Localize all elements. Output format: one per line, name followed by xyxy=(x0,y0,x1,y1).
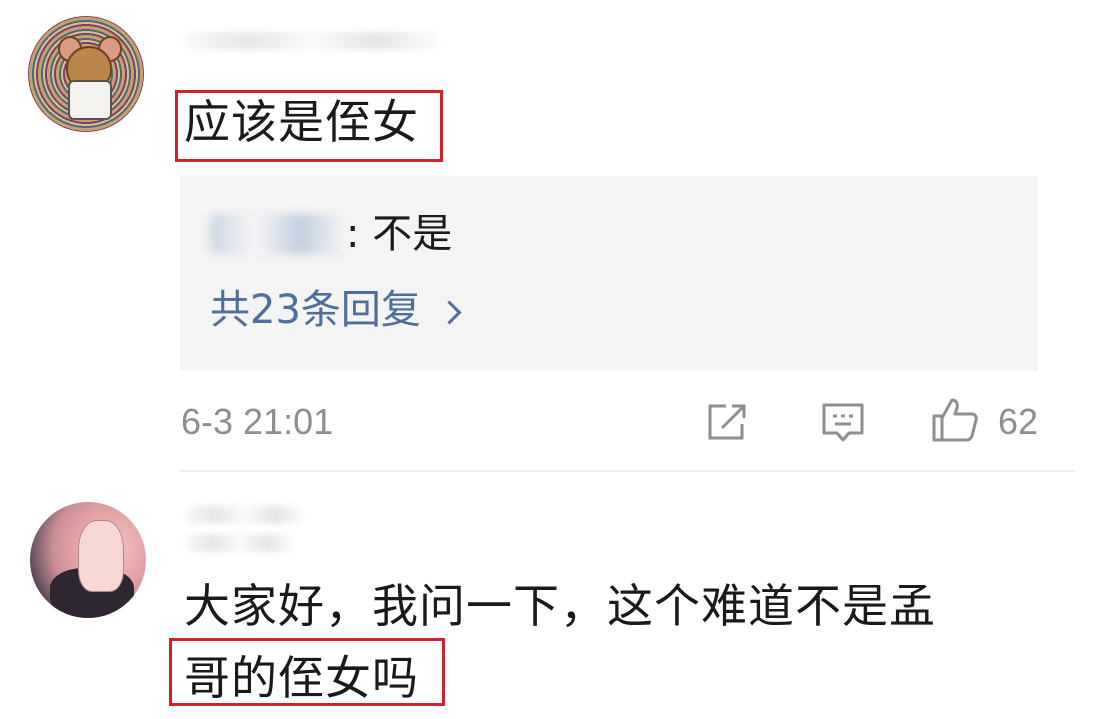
highlight-box xyxy=(169,638,445,706)
comment-icon[interactable] xyxy=(821,402,865,444)
username-redacted[interactable] xyxy=(185,506,305,524)
comment-text-line1: 大家好，我问一下，这个难道不是孟 xyxy=(184,579,936,633)
username-redacted-extra xyxy=(185,534,295,552)
avatar-body xyxy=(68,80,112,120)
divider xyxy=(180,470,1075,472)
chevron-right-icon xyxy=(437,299,462,325)
reply-text: : 不是 xyxy=(346,208,452,260)
avatar[interactable] xyxy=(28,16,144,132)
reply-count-label: 共23条回复 xyxy=(210,287,421,333)
thumbs-up-icon[interactable] xyxy=(930,396,980,444)
view-replies-link[interactable]: 共23条回复 xyxy=(210,284,462,336)
avatar[interactable] xyxy=(30,502,146,618)
reply-content: 不是 xyxy=(372,211,453,257)
reply-panel[interactable]: : 不是 共23条回复 xyxy=(180,176,1038,370)
comment-timestamp: 6-3 21:01 xyxy=(181,401,334,442)
reply-username-redacted[interactable] xyxy=(210,214,346,254)
forward-icon[interactable] xyxy=(706,402,750,442)
avatar-figure xyxy=(78,520,124,592)
highlight-box xyxy=(175,90,443,162)
reply-colon: : xyxy=(346,211,373,257)
username-redacted[interactable] xyxy=(185,32,440,50)
like-count: 62 xyxy=(998,401,1039,442)
